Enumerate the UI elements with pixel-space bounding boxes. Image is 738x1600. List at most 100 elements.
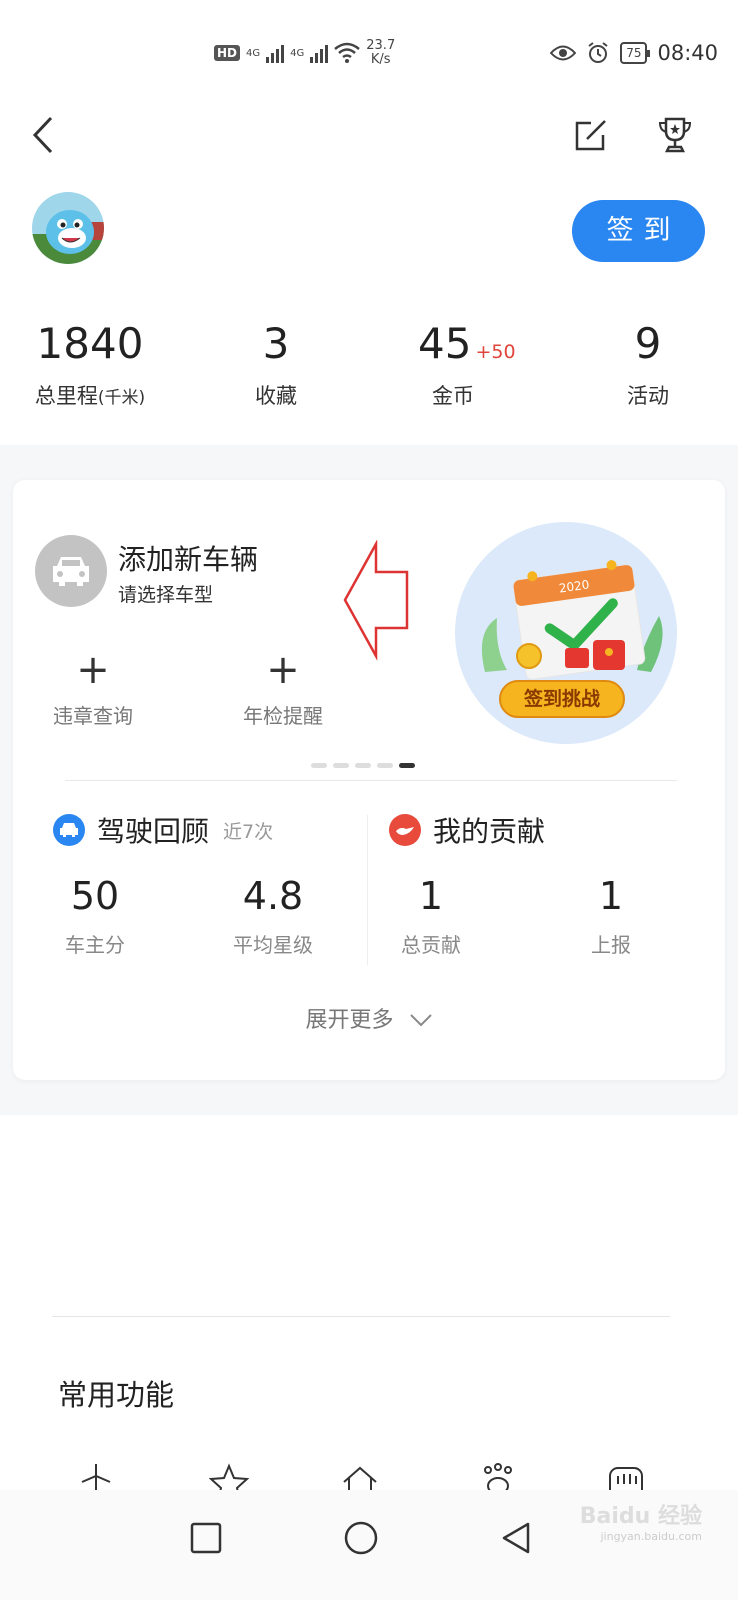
contribution-header[interactable]: 我的贡献 xyxy=(389,810,545,850)
vehicle-card: 添加新车辆 请选择车型 + 违章查询 + 年检提醒 2020 签到挑战 驾驶回顾… xyxy=(13,480,725,1080)
home-icon[interactable] xyxy=(340,1462,380,1490)
carousel-dot-active xyxy=(399,763,415,768)
star-icon[interactable] xyxy=(208,1462,250,1490)
status-bar: HD 4G 4G 23.7 K/s 75 08:40 xyxy=(0,0,738,100)
top-header xyxy=(0,110,738,170)
driving-review-sub: 近7次 xyxy=(223,820,274,843)
wifi-icon xyxy=(334,42,361,63)
home-button[interactable] xyxy=(331,1508,391,1568)
driving-review-title: 驾驶回顾 xyxy=(97,815,210,848)
network-type-1: 4G xyxy=(246,47,261,59)
metric-label: 总贡献 xyxy=(401,933,461,957)
avatar[interactable] xyxy=(32,192,104,264)
total-contribution[interactable]: 1 总贡献 xyxy=(371,873,491,958)
stat-label: 收藏 xyxy=(255,384,297,408)
metric-label: 车主分 xyxy=(65,933,125,957)
stat-value: 3 xyxy=(262,319,290,368)
stat-coins[interactable]: 45 +50 金币 xyxy=(396,318,526,410)
carousel-dot xyxy=(333,763,349,768)
expand-more-label: 展开更多 xyxy=(305,1008,394,1033)
chevron-down-icon xyxy=(409,1014,432,1027)
contribution-title: 我的贡献 xyxy=(433,815,546,848)
coin-plus: +50 xyxy=(475,341,516,363)
trophy-button[interactable] xyxy=(650,110,700,160)
stat-label: 总里程(千米) xyxy=(20,380,160,410)
edit-icon xyxy=(575,120,606,151)
hd-badge: HD xyxy=(214,45,241,61)
section-divider xyxy=(52,1316,670,1317)
average-rating[interactable]: 4.8 平均星级 xyxy=(213,873,333,958)
add-vehicle-button[interactable] xyxy=(35,535,107,607)
contribution-icon xyxy=(389,814,421,846)
stat-value: 45 +50 xyxy=(418,318,526,370)
recents-button[interactable] xyxy=(176,1508,236,1568)
clock: 08:40 xyxy=(657,41,718,65)
gauge-icon[interactable] xyxy=(606,1462,646,1490)
back-button[interactable] xyxy=(18,110,68,160)
network-type-2: 4G xyxy=(290,47,305,59)
stat-unit: (千米) xyxy=(97,388,146,408)
driving-icon xyxy=(53,814,85,846)
carousel-indicator xyxy=(311,763,415,768)
stat-label: 金币 xyxy=(432,384,474,408)
section-divider xyxy=(367,815,368,965)
avatar-image xyxy=(32,192,104,264)
expand-more-button[interactable]: 展开更多 xyxy=(13,1002,725,1034)
status-right: 75 08:40 xyxy=(550,38,718,68)
common-functions-title: 常用功能 xyxy=(58,1378,175,1412)
paw-icon[interactable] xyxy=(478,1462,518,1490)
square-icon xyxy=(190,1522,222,1554)
watermark: Baidu 经验 jingyan.baidu.com xyxy=(580,1498,702,1543)
add-vehicle-title[interactable]: 添加新车辆 xyxy=(118,538,258,578)
quick-action-label: 违章查询 xyxy=(53,704,133,728)
stat-label: 活动 xyxy=(627,384,669,408)
violation-query-button[interactable]: + 违章查询 xyxy=(23,650,163,729)
sign-in-challenge-banner[interactable]: 2020 签到挑战 xyxy=(455,522,677,744)
watermark-brand: Baidu 经验 xyxy=(579,1504,702,1529)
eye-icon xyxy=(550,45,577,61)
stat-value: 9 xyxy=(634,319,662,368)
metric-value: 4.8 xyxy=(242,874,304,918)
metric-label: 上报 xyxy=(591,933,631,957)
promo-badge: 签到挑战 xyxy=(499,680,625,718)
plus-icon: + xyxy=(76,647,110,693)
alarm-icon xyxy=(588,42,608,63)
edit-button[interactable] xyxy=(566,110,616,160)
profile-stats: 1840 总里程(千米) 3 收藏 45 +50 金币 9 活动 xyxy=(0,318,738,418)
watermark-url: jingyan.baidu.com xyxy=(600,1530,702,1543)
carousel-dot xyxy=(311,763,327,768)
choose-model-text[interactable]: 请选择车型 xyxy=(118,580,213,607)
network-speed: 23.7 K/s xyxy=(366,39,395,67)
metric-value: 1 xyxy=(598,874,624,918)
owner-score[interactable]: 50 车主分 xyxy=(35,873,155,958)
sign-in-button[interactable]: 签到 xyxy=(572,200,705,262)
metric-value: 50 xyxy=(70,874,120,918)
quick-action-label: 年检提醒 xyxy=(243,704,323,728)
triangle-back-icon xyxy=(502,1522,530,1554)
card-divider xyxy=(65,780,677,781)
driving-review-header[interactable]: 驾驶回顾 近7次 xyxy=(53,810,273,850)
stat-activities[interactable]: 9 活动 xyxy=(583,318,713,410)
carousel-dot xyxy=(355,763,371,768)
trophy-icon xyxy=(658,117,692,153)
report-count[interactable]: 1 上报 xyxy=(551,873,671,958)
car-icon xyxy=(53,557,89,586)
inspection-reminder-button[interactable]: + 年检提醒 xyxy=(213,650,353,729)
coin-value: 45 xyxy=(418,319,472,368)
function-icon[interactable] xyxy=(78,1462,118,1490)
speed-unit: K/s xyxy=(370,52,391,67)
annotation-arrow xyxy=(343,540,409,661)
back-icon xyxy=(32,116,53,154)
plus-icon: + xyxy=(266,647,300,693)
speed-value: 23.7 xyxy=(366,38,396,53)
stat-mileage[interactable]: 1840 总里程(千米) xyxy=(20,318,160,410)
stat-value: 1840 xyxy=(36,319,144,368)
carousel-dot xyxy=(377,763,393,768)
back-nav-button[interactable] xyxy=(486,1508,546,1568)
stat-favorites[interactable]: 3 收藏 xyxy=(211,318,341,410)
signal-icon xyxy=(310,43,329,63)
circle-icon xyxy=(344,1521,378,1555)
battery-icon: 75 xyxy=(620,42,651,64)
signal-icon xyxy=(266,43,285,63)
metric-value: 1 xyxy=(418,874,444,918)
